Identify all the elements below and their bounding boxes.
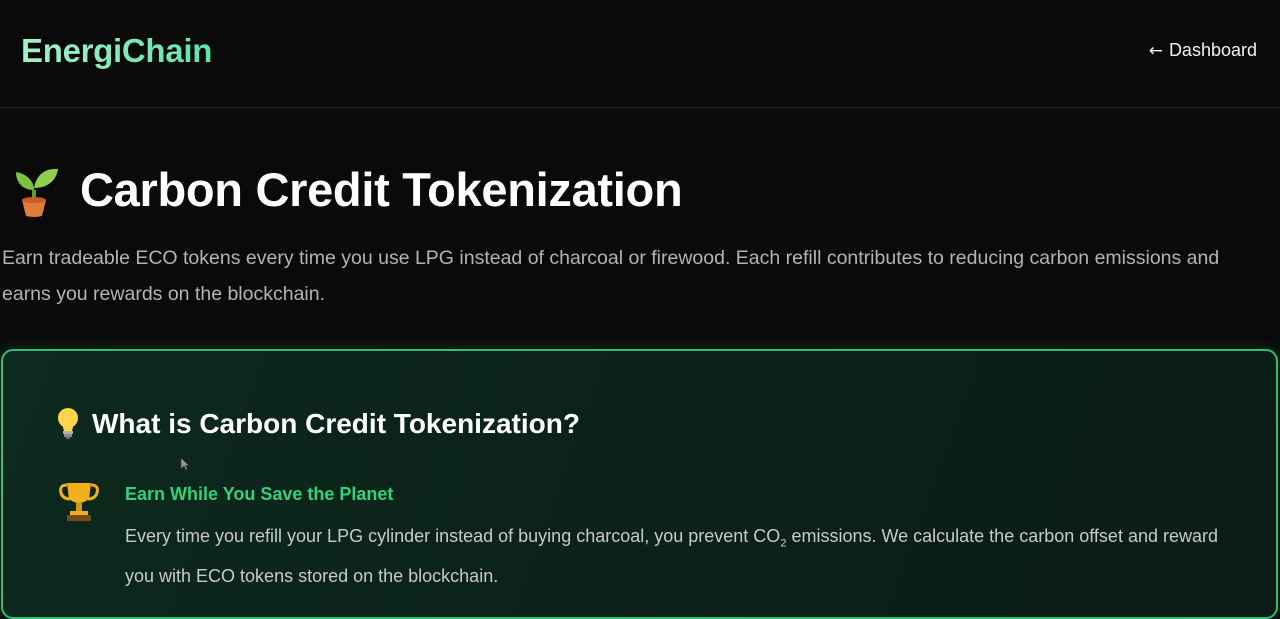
mouse-cursor-icon [180,457,190,471]
lightbulb-icon [58,408,78,439]
feature-description: Every time you refill your LPG cylinder … [125,520,1235,592]
app-logo[interactable]: EnergiChain [21,32,212,70]
feature-title: Earn While You Save the Planet [125,484,394,504]
back-to-dashboard-link[interactable]: ← Dashboard [1149,40,1257,61]
info-card-header: What is Carbon Credit Tokenization? [56,407,580,441]
page-intro-text: Earn tradeable ECO tokens every time you… [2,247,1220,305]
dashboard-link-label: Dashboard [1168,40,1257,60]
arrow-left-icon: ← [1148,40,1163,61]
feature-text: Earn While You Save the Planet Every tim… [125,477,1235,592]
feature-item: Earn While You Save the Planet Every tim… [59,477,1235,592]
info-card-title: What is Carbon Credit Tokenization? [92,408,580,439]
page-title: Carbon Credit Tokenization [80,162,683,216]
feature-description-part: Every time you refill your LPG cylinder … [125,526,781,546]
info-card: What is Carbon Credit Tokenization? Earn… [1,349,1278,619]
trophy-icon [59,483,99,521]
page-title-row: Carbon Credit Tokenization [8,160,683,218]
sprout-icon [16,168,58,217]
top-navigation-bar: EnergiChain ← Dashboard [0,0,1280,108]
